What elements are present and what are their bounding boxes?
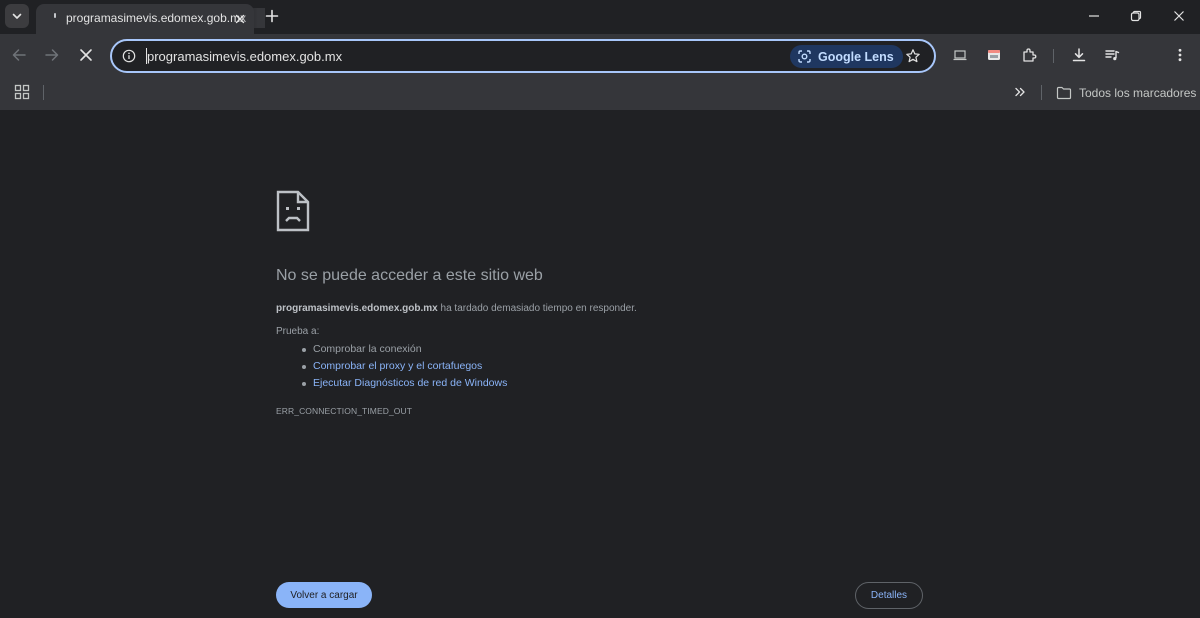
browser-menu-button[interactable] (1168, 43, 1192, 67)
suggestion-network-diagnostics-link[interactable]: Ejecutar Diagnósticos de red de Windows (313, 377, 507, 389)
list-item: Comprobar la conexión (302, 343, 507, 360)
toolbar-divider (1053, 49, 1054, 63)
all-bookmarks-button[interactable]: Todos los marcadores (1056, 84, 1196, 102)
forward-button[interactable] (40, 43, 64, 67)
bookmarks-divider (43, 85, 44, 100)
tab-strip: programasimevis.edomex.gob.mx (0, 0, 1200, 34)
restore-icon (1130, 10, 1142, 22)
apps-grid-icon (14, 84, 30, 100)
google-lens-button[interactable]: Google Lens (790, 45, 903, 68)
close-icon (1174, 11, 1184, 21)
error-heading: No se puede acceder a este sitio web (276, 267, 543, 284)
plus-icon (265, 9, 279, 23)
url-text[interactable]: programasimevis.edomex.gob.mx (147, 49, 342, 64)
suggestion-check-proxy-link[interactable]: Comprobar el proxy y el cortafuegos (313, 360, 482, 372)
cast-button[interactable] (948, 43, 972, 67)
bookmarks-overflow-button[interactable] (1011, 83, 1029, 101)
folder-icon (1056, 86, 1072, 100)
list-item: Ejecutar Diagnósticos de red de Windows (302, 377, 507, 394)
loading-throbber-icon (54, 13, 56, 18)
downloads-button[interactable] (1067, 43, 1091, 67)
back-button[interactable] (7, 43, 31, 67)
error-host: programasimevis.edomex.gob.mx (276, 303, 438, 314)
error-summary: programasimevis.edomex.gob.mx ha tardado… (276, 303, 637, 314)
sad-document-icon (276, 190, 310, 232)
arrow-left-icon (12, 49, 26, 61)
close-icon (235, 14, 245, 24)
toolbar: programasimevis.edomex.gob.mx Google Len… (0, 34, 1200, 76)
tab-close-button[interactable] (232, 11, 248, 27)
all-bookmarks-label: Todos los marcadores (1079, 86, 1197, 100)
star-icon (906, 49, 920, 63)
error-message: ha tardado demasiado tiempo en responder… (440, 303, 637, 314)
tab-title: programasimevis.edomex.gob.mx (66, 11, 247, 25)
media-controls-button[interactable] (1100, 43, 1124, 67)
bookmark-star-button[interactable] (904, 47, 922, 65)
bookmarks-bar: Todos los marcadores (0, 76, 1200, 110)
suggestions-list: Comprobar la conexión Comprobar el proxy… (302, 343, 507, 394)
more-vertical-icon (1178, 48, 1182, 62)
suggestion-check-connection: Comprobar la conexión (313, 343, 422, 355)
bookmarks-divider (1041, 85, 1042, 100)
error-page: No se puede acceder a este sitio web pro… (0, 110, 1200, 618)
minimize-icon (1089, 15, 1099, 17)
info-icon (122, 49, 136, 63)
restore-button[interactable] (1122, 4, 1150, 28)
close-icon (80, 49, 92, 61)
extensions-menu-button[interactable] (1017, 43, 1041, 67)
new-tab-button[interactable] (262, 6, 282, 26)
error-code: ERR_CONNECTION_TIMED_OUT (276, 406, 413, 416)
list-item: Comprobar el proxy y el cortafuegos (302, 360, 507, 377)
playlist-music-icon (1105, 50, 1120, 61)
extension-button[interactable] (982, 43, 1006, 67)
browser-window-icon (988, 50, 1000, 60)
tab-search-button[interactable] (5, 4, 29, 28)
close-window-button[interactable] (1165, 4, 1193, 28)
download-icon (1072, 48, 1086, 62)
address-bar[interactable]: programasimevis.edomex.gob.mx Google Len… (110, 39, 936, 73)
google-lens-label: Google Lens (818, 49, 894, 64)
laptop-icon (953, 50, 967, 61)
chevron-down-icon (12, 13, 22, 19)
stop-loading-button[interactable] (74, 43, 98, 67)
google-lens-icon (798, 50, 811, 63)
arrow-right-icon (45, 49, 59, 61)
puzzle-icon (1023, 48, 1037, 62)
reload-button[interactable]: Volver a cargar (276, 582, 372, 608)
details-button[interactable]: Detalles (855, 582, 923, 609)
double-chevron-right-icon (1015, 87, 1025, 97)
active-tab[interactable]: programasimevis.edomex.gob.mx (36, 4, 265, 34)
apps-button[interactable] (14, 84, 32, 102)
try-label: Prueba a: (276, 326, 320, 337)
minimize-button[interactable] (1080, 4, 1108, 28)
